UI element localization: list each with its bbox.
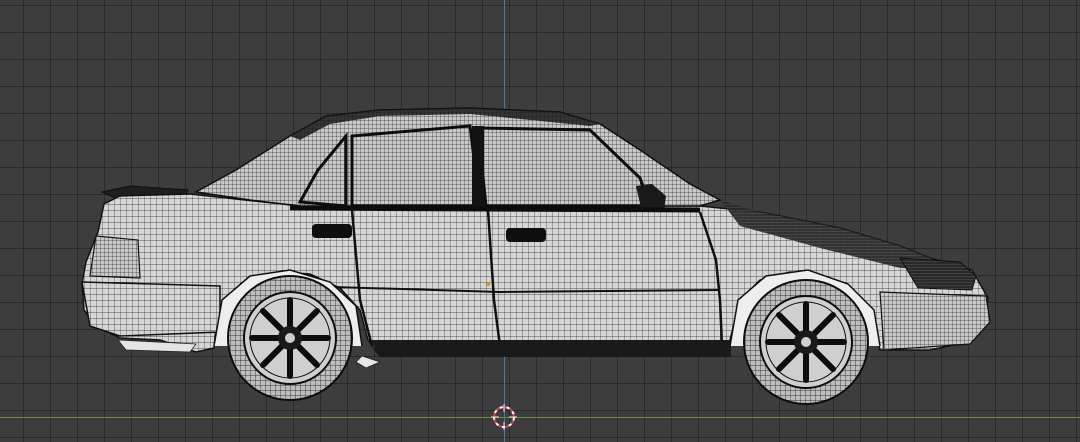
- rear-door-window: [350, 124, 482, 208]
- front-wheel: [743, 279, 869, 405]
- rear-wheel: [227, 275, 353, 401]
- car-wireframe-mesh[interactable]: [0, 0, 1080, 442]
- rear-door-handle: [312, 224, 352, 238]
- front-door-handle: [506, 228, 546, 242]
- tail-light: [89, 235, 141, 279]
- object-origin-icon: [486, 282, 490, 286]
- b-pillar: [472, 126, 484, 210]
- rear-bumper: [81, 281, 221, 337]
- rocker-panel: [370, 340, 730, 356]
- side-skirt: [355, 355, 382, 369]
- front-bumper: [879, 291, 991, 351]
- belt-line: [289, 205, 701, 213]
- 3d-viewport[interactable]: [0, 0, 1080, 442]
- 3d-cursor-icon[interactable]: [491, 404, 517, 430]
